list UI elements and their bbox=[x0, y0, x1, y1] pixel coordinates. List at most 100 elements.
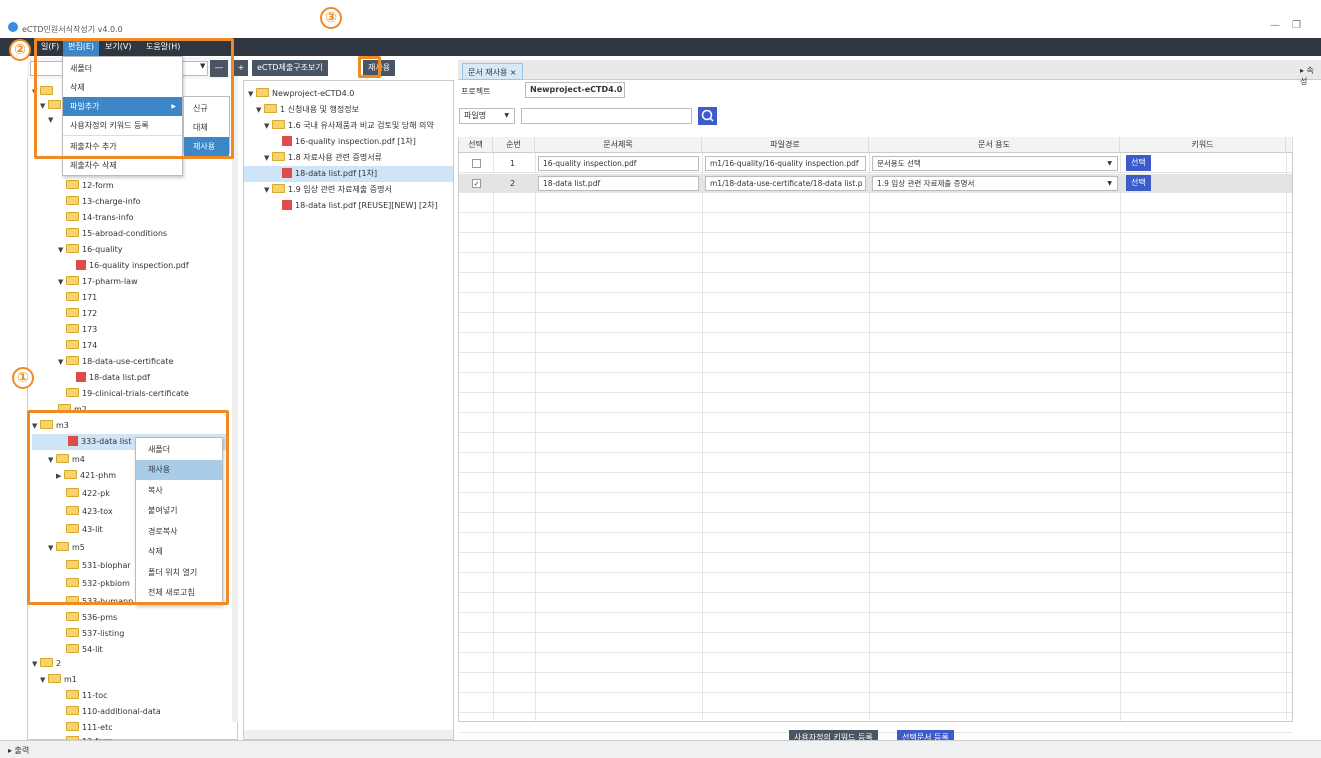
folder-icon bbox=[66, 388, 79, 397]
tree-item[interactable]: 54-lit bbox=[66, 642, 103, 658]
folder-icon bbox=[66, 690, 79, 699]
tree-item[interactable]: ▼ m1 bbox=[40, 672, 77, 688]
structure-tree-item[interactable]: ▼ 1.9 임상 관련 자료제출 증명서 bbox=[264, 182, 392, 198]
project-label: 프로젝트 bbox=[461, 87, 491, 96]
doc-usage-select[interactable]: 문서용도 선택 ▼ bbox=[872, 156, 1118, 171]
chevron-down-icon[interactable]: ▼ bbox=[40, 672, 48, 688]
search-icon bbox=[701, 109, 714, 122]
output-label[interactable]: ▸ 출력 bbox=[8, 745, 29, 756]
col-keyword: 키워드 bbox=[1120, 137, 1286, 153]
chevron-down-icon[interactable]: ▼ bbox=[32, 656, 40, 672]
row-number: 2 bbox=[510, 179, 516, 188]
pdf-icon bbox=[76, 259, 86, 270]
tree-item-label: 173 bbox=[82, 325, 98, 334]
tree-item[interactable]: 12-form bbox=[66, 178, 114, 194]
chevron-down-icon[interactable]: ▼ bbox=[58, 354, 66, 370]
structure-tree-item[interactable]: ▼ 1.8 자료사용 관련 증명서류 bbox=[264, 150, 382, 166]
highlight-box-3 bbox=[358, 56, 381, 78]
structure-tree-item[interactable]: ▼ 1.6 국내 유사제품과 비교 검토및 당해 의약 bbox=[264, 118, 434, 134]
tree-item-label: 11-toc bbox=[82, 691, 108, 700]
chevron-down-icon[interactable]: ▼ bbox=[256, 102, 264, 118]
doc-title-input[interactable]: 16-quality inspection.pdf bbox=[538, 156, 699, 171]
chevron-down-icon: ▼ bbox=[1107, 160, 1112, 167]
folder-icon bbox=[66, 612, 79, 621]
callout-1: ① bbox=[12, 367, 34, 389]
keyword-select-button[interactable]: 선택 bbox=[1126, 175, 1151, 191]
tree-item[interactable]: 536-pms bbox=[66, 610, 117, 626]
col-select: 선택 bbox=[459, 137, 493, 153]
tree-item[interactable]: 171 bbox=[66, 290, 97, 306]
tree-item-label: 110-additional-data bbox=[82, 707, 161, 716]
folder-icon bbox=[66, 308, 79, 317]
folder-icon bbox=[272, 120, 285, 129]
folder-icon bbox=[272, 184, 285, 193]
row-checkbox[interactable]: ✓ bbox=[472, 179, 481, 188]
structure-tree-item[interactable]: 18-data list.pdf [REUSE][NEW] [2차] bbox=[282, 198, 438, 214]
grid-column-line bbox=[869, 153, 870, 721]
tree-item[interactable]: ▼ 17-pharm-law bbox=[58, 274, 138, 290]
tree-item[interactable]: 14-trans-info bbox=[66, 210, 134, 226]
folder-icon bbox=[66, 244, 79, 253]
chevron-down-icon[interactable]: ▼ bbox=[264, 118, 272, 134]
chevron-down-icon[interactable]: ▼ bbox=[264, 150, 272, 166]
tree-item[interactable]: ▼ 16-quality bbox=[58, 242, 122, 258]
tree-item[interactable]: 172 bbox=[66, 306, 97, 322]
structure-tree-item[interactable]: 18-data list.pdf [1차] bbox=[244, 166, 453, 182]
pdf-icon bbox=[76, 371, 86, 382]
grid-column-line bbox=[702, 153, 703, 721]
pdf-icon bbox=[282, 167, 292, 178]
doc-title-input[interactable]: 18-data list.pdf bbox=[538, 176, 699, 191]
left-scrollbar[interactable] bbox=[232, 62, 238, 722]
tree-item-label: 18-data list.pdf [REUSE][NEW] [2차] bbox=[295, 201, 438, 210]
structure-tree-item[interactable]: ▼ 1 신청내용 및 행정정보 bbox=[256, 102, 359, 118]
col-filler bbox=[1286, 137, 1293, 153]
search-button[interactable] bbox=[698, 107, 717, 125]
minimize-button[interactable]: — bbox=[1270, 20, 1280, 31]
restore-button[interactable]: ❐ bbox=[1292, 20, 1301, 31]
tab-document-reuse[interactable]: 문서 재사용 × bbox=[462, 63, 523, 80]
chevron-down-icon[interactable]: ▼ bbox=[58, 242, 66, 258]
tree-item[interactable]: 173 bbox=[66, 322, 97, 338]
tree-item[interactable]: 16-quality inspection.pdf bbox=[76, 258, 189, 274]
tree-item-label: 17-pharm-law bbox=[82, 277, 138, 286]
tree-item-label: 1 신청내용 및 행정정보 bbox=[280, 105, 359, 114]
tree-item[interactable]: ▼ 18-data-use-certificate bbox=[58, 354, 173, 370]
folder-icon bbox=[40, 658, 53, 667]
row-checkbox[interactable] bbox=[472, 159, 481, 168]
tree-item[interactable]: 174 bbox=[66, 338, 97, 354]
empty-row bbox=[459, 554, 1292, 573]
empty-row bbox=[459, 334, 1292, 353]
tree-item-label: 12-form bbox=[82, 181, 114, 190]
tree-item[interactable]: ▼ 2 bbox=[32, 656, 61, 672]
tree-item[interactable]: 11-toc bbox=[66, 688, 108, 704]
empty-row bbox=[459, 454, 1292, 473]
tab-bar bbox=[458, 60, 1321, 80]
tree-item[interactable]: 13-charge-info bbox=[66, 194, 140, 210]
tree-item-label: 1.9 임상 관련 자료제출 증명서 bbox=[288, 185, 392, 194]
tree-item[interactable]: 19-clinical-trials-certificate bbox=[66, 386, 189, 402]
folder-icon bbox=[272, 152, 285, 161]
empty-row bbox=[459, 274, 1292, 293]
doc-usage-select[interactable]: 1.9 임상 관련 자료제출 증명서 ▼ bbox=[872, 176, 1118, 191]
empty-row bbox=[459, 394, 1292, 413]
structure-tree-item[interactable]: 16-quality inspection.pdf [1차] bbox=[282, 134, 416, 150]
tree-item[interactable]: 15-abroad-conditions bbox=[66, 226, 167, 242]
chevron-down-icon[interactable]: ▼ bbox=[58, 274, 66, 290]
tree-item[interactable]: 537-listing bbox=[66, 626, 124, 642]
tree-item-label: 19-clinical-trials-certificate bbox=[82, 389, 189, 398]
keyword-select-button[interactable]: 선택 bbox=[1126, 155, 1151, 171]
tree-item-label: 18-data list.pdf [1차] bbox=[295, 169, 378, 178]
tree-item[interactable]: 18-data list.pdf bbox=[76, 370, 150, 386]
chevron-down-icon[interactable]: ▼ bbox=[264, 182, 272, 198]
tree-item[interactable]: 110-additional-data bbox=[66, 704, 161, 720]
properties-panel-label[interactable]: ▸ 속성 bbox=[1300, 65, 1321, 87]
search-input[interactable] bbox=[521, 108, 692, 124]
search-type-select[interactable]: 파일명 ▼ bbox=[459, 108, 515, 124]
mid-scrollbar[interactable] bbox=[244, 730, 453, 739]
view-structure-button[interactable]: eCTD제출구조보기 bbox=[252, 60, 328, 76]
folder-icon bbox=[66, 722, 79, 731]
title-bar: eCTD민원서식작성기 v4.0.0 — ❐ bbox=[0, 0, 1321, 38]
structure-tree-item[interactable]: ▼ Newproject-eCTD4.0 bbox=[248, 86, 354, 102]
add-button[interactable]: + bbox=[234, 60, 248, 76]
chevron-down-icon[interactable]: ▼ bbox=[248, 86, 256, 102]
